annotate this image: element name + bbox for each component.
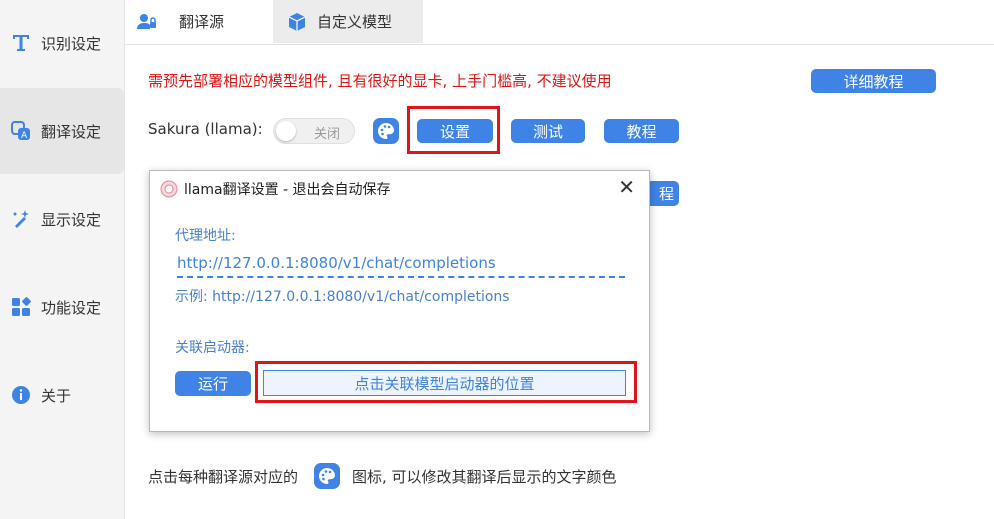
tab-label: 翻译源: [179, 13, 225, 31]
svg-text:A: A: [21, 131, 28, 141]
bottom-note-before: 点击每种翻译源对应的: [148, 467, 299, 486]
sidebar-item-recognition[interactable]: 识别设定: [0, 0, 124, 86]
palette-icon: [378, 123, 394, 139]
hidden-tutorial-button[interactable]: 程: [648, 181, 679, 206]
app-logo-icon: [160, 180, 178, 198]
sidebar-item-display[interactable]: 显示设定: [0, 176, 124, 262]
dialog-title: llama翻译设置 - 退出会自动保存: [184, 182, 391, 198]
detail-tutorial-button[interactable]: 详细教程: [811, 69, 936, 93]
tab-label: 自定义模型: [317, 13, 393, 31]
sidebar-item-translation[interactable]: A 翻译设定: [0, 88, 124, 174]
apps-grid-icon: [10, 296, 32, 318]
test-button[interactable]: 测试: [511, 119, 585, 143]
proxy-address-label: 代理地址:: [175, 228, 236, 244]
bottom-note-after: 图标, 可以修改其翻译后显示的文字颜色: [352, 467, 617, 486]
sidebar-item-function[interactable]: 功能设定: [0, 264, 124, 350]
sakura-label: Sakura (llama):: [148, 120, 263, 138]
highlight-box-launcher: [255, 361, 637, 403]
sakura-toggle[interactable]: 关闭: [273, 118, 355, 144]
dialog-title-bar: llama翻译设置 - 退出会自动保存: [160, 179, 391, 199]
toggle-knob: [276, 121, 296, 141]
sidebar-item-label: 识别设定: [41, 34, 102, 53]
proxy-example-text: 示例: http://127.0.0.1:8080/v1/chat/comple…: [175, 289, 510, 305]
run-button[interactable]: 运行: [175, 371, 251, 396]
text-t-icon: [10, 32, 32, 54]
bottom-note: 点击每种翻译源对应的 图标, 可以修改其翻译后显示的文字颜色: [148, 463, 617, 489]
launcher-label: 关联启动器:: [175, 340, 250, 356]
proxy-address-input[interactable]: [177, 250, 625, 278]
sidebar-item-label: 关于: [41, 386, 72, 405]
color-palette-button[interactable]: [373, 118, 399, 144]
sidebar-item-label: 功能设定: [41, 298, 102, 317]
tab-translation-source[interactable]: 翻译源: [137, 0, 271, 43]
cube-icon: [287, 12, 307, 32]
close-icon[interactable]: ✕: [618, 177, 635, 197]
sidebar: 识别设定 A 翻译设定 显示设定 功能设定 关于: [0, 0, 125, 519]
tutorial-button[interactable]: 教程: [604, 119, 679, 143]
highlight-box-settings: [407, 106, 500, 154]
user-lock-icon: [137, 12, 157, 32]
tab-bar: 翻译源 自定义模型: [125, 0, 994, 45]
translate-icon: A: [10, 120, 32, 142]
magic-wand-icon: [10, 208, 32, 230]
palette-icon: [314, 463, 341, 489]
tab-custom-model[interactable]: 自定义模型: [273, 0, 423, 43]
warning-text: 需预先部署相应的模型组件, 且有很好的显卡, 上手门槛高, 不建议使用: [148, 72, 612, 90]
toggle-state-text: 关闭: [314, 127, 341, 142]
sidebar-item-label: 显示设定: [41, 210, 102, 229]
info-icon: [10, 384, 32, 406]
sidebar-item-about[interactable]: 关于: [0, 352, 124, 438]
sidebar-item-label: 翻译设定: [41, 122, 102, 141]
